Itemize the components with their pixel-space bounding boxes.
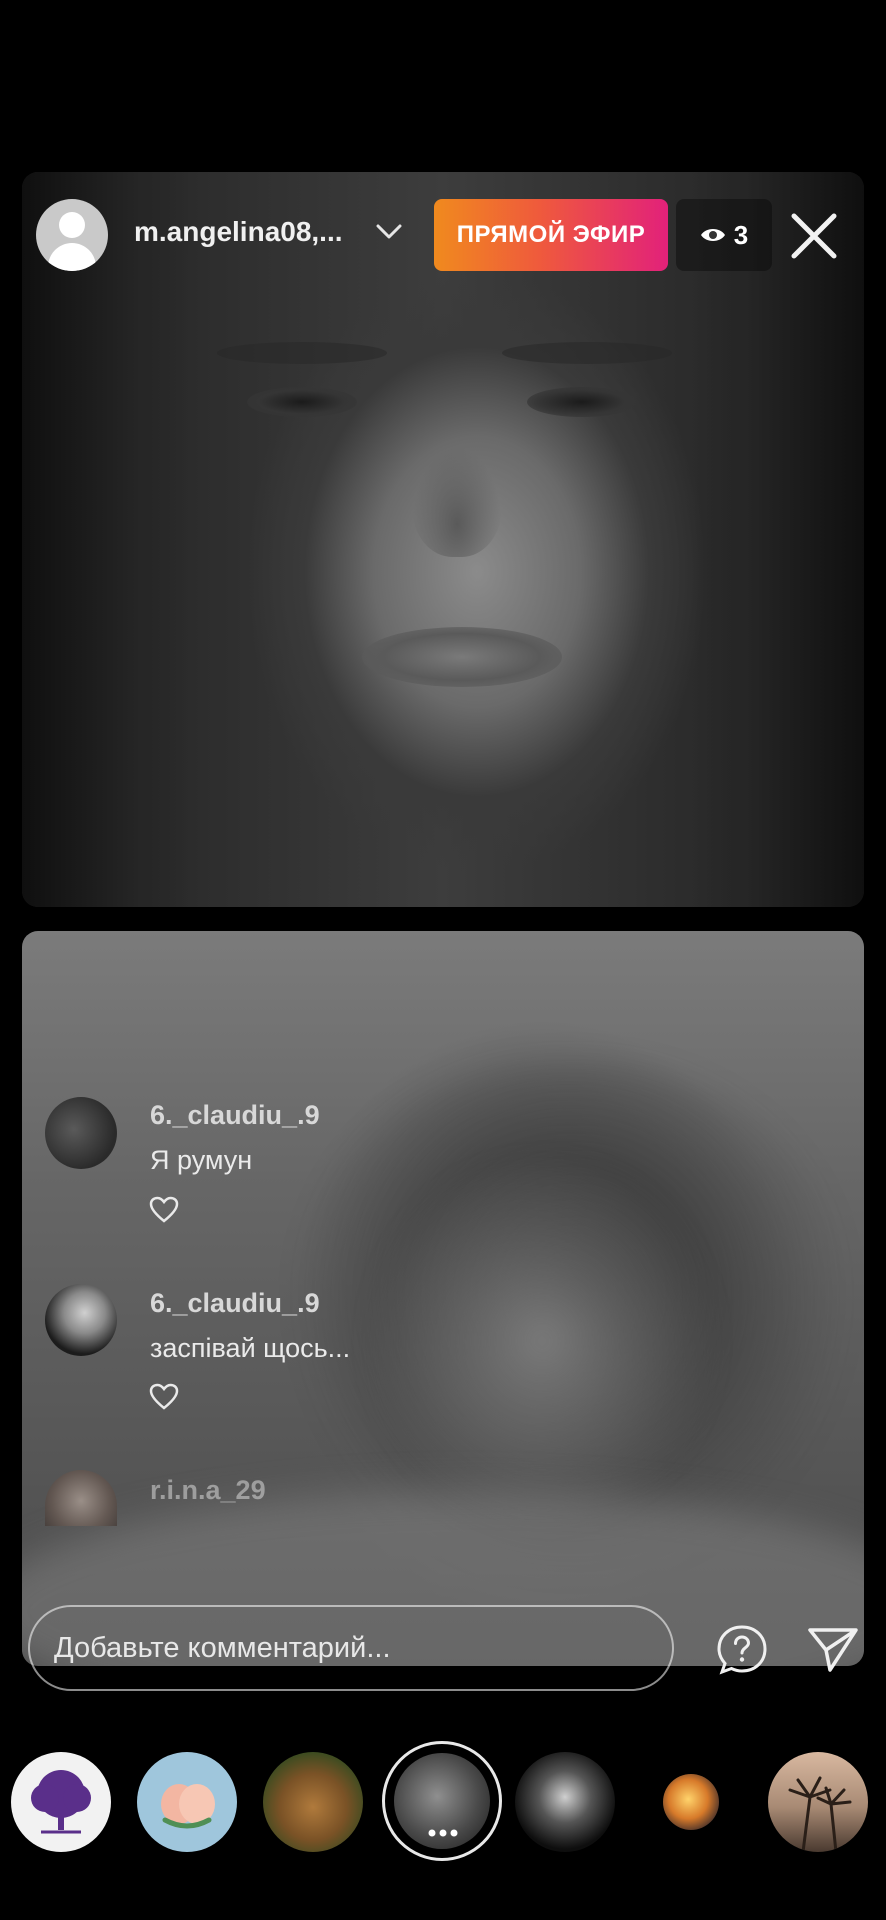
viewers-badge[interactable]: 3 (676, 199, 772, 271)
viewers-count: 3 (733, 219, 749, 250)
current-participant-ring[interactable] (382, 1741, 502, 1861)
palm-trees-icon (788, 1776, 852, 1852)
host-video-hair-left (22, 172, 192, 907)
eye-icon (700, 229, 725, 241)
avatar-body (48, 243, 96, 271)
host-video-hair-right (694, 172, 864, 907)
host-avatar[interactable] (36, 199, 108, 271)
heart-icon[interactable] (149, 1383, 179, 1411)
host-eye-left (247, 387, 357, 417)
participant-avatar[interactable] (768, 1752, 868, 1852)
heart-icon[interactable] (149, 1196, 179, 1224)
question-icon[interactable] (716, 1624, 768, 1676)
participant-avatar[interactable] (641, 1752, 741, 1852)
comment-avatar[interactable] (45, 1284, 117, 1356)
live-badge: ПРЯМОЙ ЭФИР (434, 199, 668, 271)
host-eye-right (527, 387, 637, 417)
host-nose (412, 447, 502, 557)
participant-avatar[interactable] (515, 1752, 615, 1852)
guest-face (362, 1151, 722, 1531)
comment-username[interactable]: 6._claudiu_.9 (150, 1288, 320, 1319)
peach-icon (161, 1784, 215, 1829)
participant-avatar[interactable] (11, 1752, 111, 1852)
comment-avatar[interactable] (45, 1097, 117, 1169)
host-video (22, 172, 864, 907)
host-lips (362, 627, 562, 687)
close-icon[interactable] (786, 208, 842, 264)
host-brow-left (217, 342, 387, 364)
chevron-down-icon[interactable] (375, 222, 403, 242)
comment-username[interactable]: r.i.n.a_29 (150, 1475, 266, 1506)
guest-video (22, 931, 864, 1666)
participant-avatar[interactable] (263, 1752, 363, 1852)
participant-avatar[interactable] (137, 1752, 237, 1852)
tree-icon (31, 1770, 91, 1834)
more-icon[interactable] (427, 1828, 459, 1838)
host-username[interactable]: m.angelina08,... (134, 216, 343, 248)
comment-input[interactable] (28, 1605, 674, 1691)
host-brow-right (502, 342, 672, 364)
comment-text: Я румун (150, 1145, 253, 1175)
avatar-head (59, 212, 85, 238)
send-icon[interactable] (806, 1622, 860, 1676)
fire-orb (663, 1774, 719, 1830)
comment-username[interactable]: 6._claudiu_.9 (150, 1100, 320, 1131)
comment-text: заспівай щось... (150, 1333, 351, 1363)
